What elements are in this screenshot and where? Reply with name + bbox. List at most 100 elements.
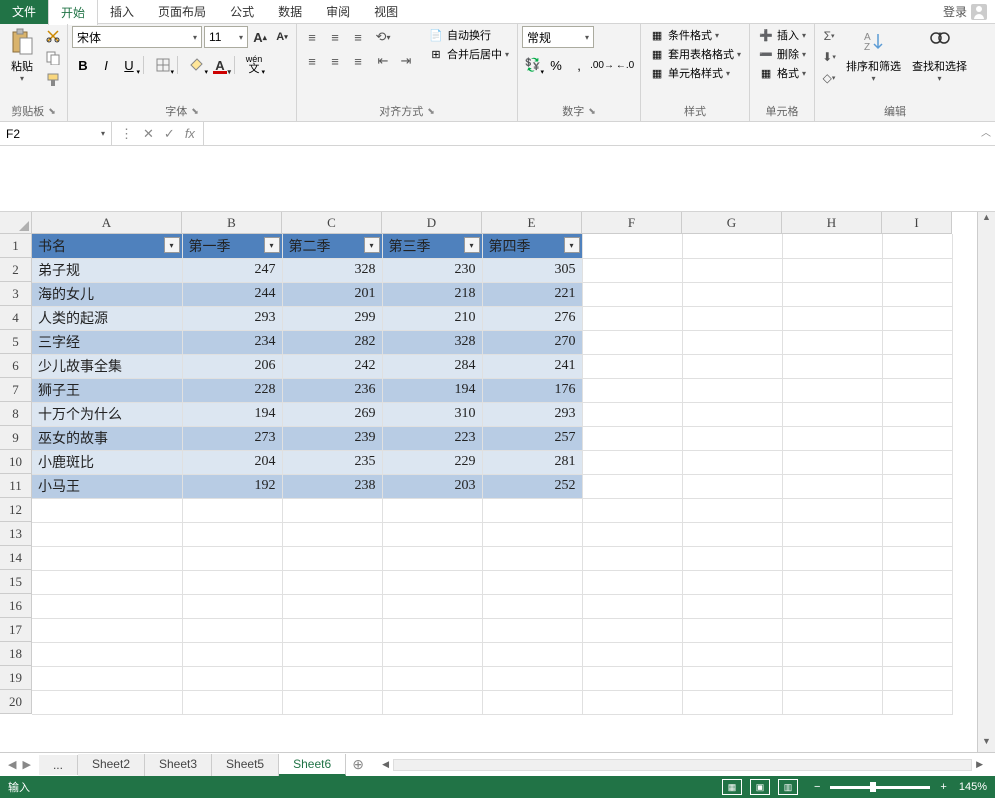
tab-insert[interactable]: 插入 xyxy=(98,0,146,24)
row-header-9[interactable]: 9 xyxy=(0,426,32,450)
cells-area[interactable]: 书名▾第一季▾第二季▾第三季▾第四季▾弟子规247328230305海的女儿24… xyxy=(32,234,953,715)
formula-input[interactable] xyxy=(204,122,995,145)
row-header-12[interactable]: 12 xyxy=(0,498,32,522)
cell[interactable] xyxy=(882,426,952,450)
delete-cells-button[interactable]: ➖删除▾ xyxy=(754,45,810,63)
cell[interactable] xyxy=(32,522,182,546)
zoom-in-button[interactable]: + xyxy=(936,781,950,793)
cell[interactable] xyxy=(32,594,182,618)
cell[interactable]: 252 xyxy=(482,474,582,498)
cell[interactable] xyxy=(582,354,682,378)
align-top-button[interactable]: ≡ xyxy=(301,26,323,48)
scroll-down-button[interactable]: ▼ xyxy=(978,736,995,752)
cell[interactable] xyxy=(282,618,382,642)
cell[interactable] xyxy=(682,594,782,618)
cell[interactable] xyxy=(882,522,952,546)
align-left-button[interactable]: ≡ xyxy=(301,50,323,72)
view-page-break-button[interactable]: ▥ xyxy=(778,779,798,795)
cell[interactable] xyxy=(682,426,782,450)
row-header-3[interactable]: 3 xyxy=(0,282,32,306)
cell[interactable] xyxy=(182,498,282,522)
cell[interactable] xyxy=(32,618,182,642)
cell[interactable] xyxy=(182,594,282,618)
font-name-select[interactable]: 宋体▾ xyxy=(72,26,202,48)
cell[interactable] xyxy=(682,282,782,306)
cell[interactable]: 204 xyxy=(182,450,282,474)
cell[interactable] xyxy=(882,282,952,306)
view-page-layout-button[interactable]: ▣ xyxy=(750,779,770,795)
cell[interactable] xyxy=(182,666,282,690)
decrease-decimal-button[interactable]: ←.0 xyxy=(614,54,636,76)
cell[interactable] xyxy=(882,234,952,258)
cell[interactable]: 299 xyxy=(282,306,382,330)
cell[interactable]: 242 xyxy=(282,354,382,378)
cell[interactable] xyxy=(382,642,482,666)
cell[interactable] xyxy=(782,666,882,690)
cell[interactable]: 201 xyxy=(282,282,382,306)
cell[interactable]: 276 xyxy=(482,306,582,330)
cell[interactable]: 218 xyxy=(382,282,482,306)
cell[interactable] xyxy=(882,690,952,714)
cell[interactable] xyxy=(782,378,882,402)
cell[interactable] xyxy=(782,258,882,282)
cell[interactable] xyxy=(782,594,882,618)
table-header-cell[interactable]: 第四季▾ xyxy=(482,234,582,258)
autosum-button[interactable]: Σ▾ xyxy=(819,26,839,46)
cell-styles-button[interactable]: ▦单元格样式▾ xyxy=(645,64,745,82)
cell[interactable]: 巫女的故事 xyxy=(32,426,182,450)
cell[interactable]: 192 xyxy=(182,474,282,498)
cell[interactable] xyxy=(582,594,682,618)
cell[interactable] xyxy=(482,618,582,642)
filter-button[interactable]: ▾ xyxy=(264,237,280,253)
cell[interactable]: 328 xyxy=(282,258,382,282)
cell[interactable]: 235 xyxy=(282,450,382,474)
cell[interactable]: 239 xyxy=(282,426,382,450)
cell[interactable] xyxy=(682,378,782,402)
row-header-7[interactable]: 7 xyxy=(0,378,32,402)
cell[interactable] xyxy=(582,618,682,642)
cell[interactable]: 310 xyxy=(382,402,482,426)
cell[interactable] xyxy=(582,282,682,306)
paste-button[interactable]: 粘贴 ▾ xyxy=(4,26,40,85)
dialog-launcher-icon[interactable]: ⬊ xyxy=(191,106,199,117)
cell[interactable] xyxy=(582,258,682,282)
column-header-D[interactable]: D xyxy=(382,212,482,234)
font-color-button[interactable]: A▾ xyxy=(209,54,231,76)
fill-color-button[interactable]: ▾ xyxy=(186,54,208,76)
cell[interactable] xyxy=(682,498,782,522)
zoom-level[interactable]: 145% xyxy=(959,781,987,793)
cell[interactable] xyxy=(182,522,282,546)
cell[interactable] xyxy=(882,354,952,378)
sheet-nav-next[interactable]: ▶ xyxy=(22,758,30,771)
cell[interactable] xyxy=(32,498,182,522)
fill-button[interactable]: ⬇▾ xyxy=(819,47,839,67)
cell[interactable]: 206 xyxy=(182,354,282,378)
cell[interactable] xyxy=(382,546,482,570)
cell[interactable] xyxy=(582,522,682,546)
table-header-cell[interactable]: 第三季▾ xyxy=(382,234,482,258)
cell[interactable] xyxy=(282,498,382,522)
cell[interactable] xyxy=(882,642,952,666)
bold-button[interactable]: B xyxy=(72,54,94,76)
cell[interactable]: 203 xyxy=(382,474,482,498)
cell[interactable] xyxy=(382,522,482,546)
row-header-2[interactable]: 2 xyxy=(0,258,32,282)
sort-filter-button[interactable]: AZ 排序和筛选▾ xyxy=(842,26,905,85)
decrease-indent-button[interactable]: ⇤ xyxy=(372,50,394,72)
tab-file[interactable]: 文件 xyxy=(0,0,48,24)
cell[interactable] xyxy=(582,450,682,474)
comma-format-button[interactable]: , xyxy=(568,54,590,76)
cell[interactable]: 241 xyxy=(482,354,582,378)
cell[interactable]: 海的女儿 xyxy=(32,282,182,306)
cell[interactable] xyxy=(182,690,282,714)
cell[interactable] xyxy=(682,258,782,282)
row-header-17[interactable]: 17 xyxy=(0,618,32,642)
vertical-scrollbar[interactable]: ▲ ▼ xyxy=(977,212,995,752)
cell[interactable] xyxy=(682,522,782,546)
cell[interactable] xyxy=(382,666,482,690)
cell[interactable] xyxy=(782,330,882,354)
cell[interactable]: 273 xyxy=(182,426,282,450)
zoom-slider[interactable] xyxy=(830,786,930,789)
tab-data[interactable]: 数据 xyxy=(266,0,314,24)
sheet-nav-prev[interactable]: ◀ xyxy=(8,758,16,771)
